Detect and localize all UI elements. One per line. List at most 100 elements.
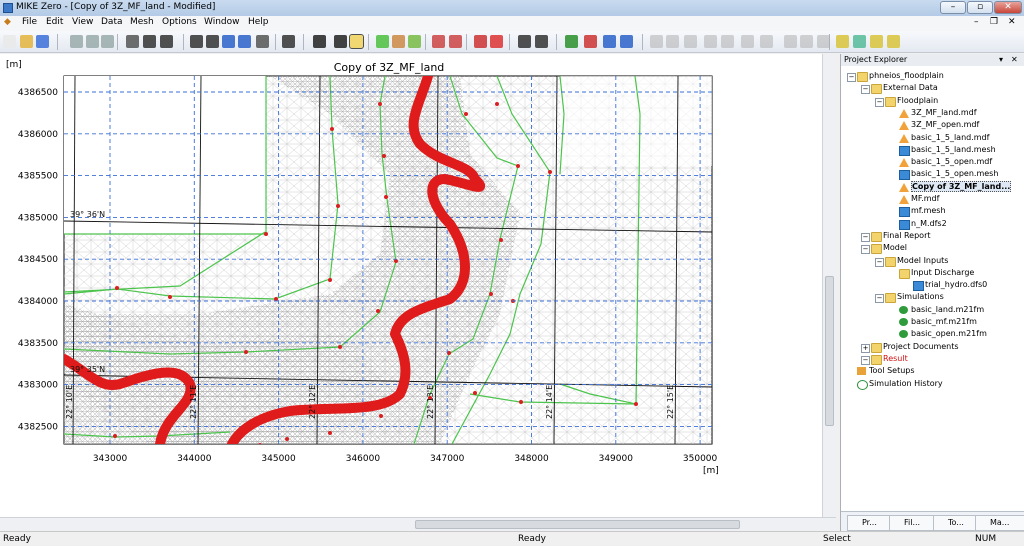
zoom-out-icon[interactable] xyxy=(206,35,219,48)
mdi-minimize-icon[interactable]: – xyxy=(974,17,979,27)
select-node-icon[interactable] xyxy=(334,35,347,48)
expand-toggle-icon[interactable]: − xyxy=(875,294,884,304)
pointer-icon[interactable] xyxy=(474,35,487,48)
mesh-tool-3-icon[interactable] xyxy=(684,35,697,48)
pan-icon[interactable] xyxy=(256,35,269,48)
tree-item[interactable]: basic_1_5_open.mesh xyxy=(911,168,998,180)
tree-item[interactable]: Final Report xyxy=(883,230,931,242)
draw-polyline-icon[interactable] xyxy=(392,35,405,48)
mesh-tool-2-icon[interactable] xyxy=(666,35,679,48)
select-active-icon[interactable] xyxy=(349,34,364,49)
forward-icon[interactable] xyxy=(238,35,251,48)
tab-map[interactable]: Ma... xyxy=(975,515,1024,531)
tree-item[interactable]: Model Inputs xyxy=(897,255,948,267)
tree-item[interactable]: Project Documents xyxy=(883,341,959,353)
binoculars-icon[interactable] xyxy=(518,35,531,48)
tree-item[interactable]: basic_1_5_land.mdf xyxy=(911,132,989,144)
map-view[interactable]: [m] Copy of 3Z_MF_land 4386500 4386000 438… xyxy=(0,54,822,517)
menu-options[interactable]: Options xyxy=(162,17,197,27)
tree-item[interactable]: mf.mesh xyxy=(911,205,946,217)
map-canvas[interactable]: [m] Copy of 3Z_MF_land 4386500 4386000 438… xyxy=(0,54,822,517)
print-preview-icon[interactable] xyxy=(535,35,548,48)
menu-edit[interactable]: Edit xyxy=(46,17,63,27)
vertical-scroll-thumb[interactable] xyxy=(825,276,834,426)
tree-item[interactable]: 3Z_MF_open.mdf xyxy=(911,119,979,131)
add-node-icon[interactable] xyxy=(565,35,578,48)
pen-icon[interactable] xyxy=(408,35,421,48)
add-point-icon[interactable] xyxy=(584,35,597,48)
tree-item[interactable]: basic_mf.m21fm xyxy=(911,316,977,328)
menu-file[interactable]: File xyxy=(22,17,37,27)
expand-toggle-icon[interactable]: − xyxy=(861,355,870,365)
explorer-close-icon[interactable]: ✕ xyxy=(1011,54,1018,66)
expand-toggle-icon[interactable]: − xyxy=(861,85,870,95)
edit-icon[interactable] xyxy=(620,35,633,48)
tree-item[interactable]: Floodplain xyxy=(897,95,938,107)
cut-icon[interactable] xyxy=(70,35,83,48)
mesh-tool-7-icon[interactable] xyxy=(760,35,773,48)
menu-window[interactable]: Window xyxy=(204,17,240,27)
expand-toggle-icon[interactable]: − xyxy=(861,245,870,255)
tree-item[interactable]: basic_open.m21fm xyxy=(911,328,987,340)
layer-2-icon[interactable] xyxy=(853,35,866,48)
mdi-close-icon[interactable]: ✕ xyxy=(1008,17,1016,27)
layer-4-icon[interactable] xyxy=(887,35,900,48)
mdi-restore-icon[interactable]: ❐ xyxy=(990,17,998,27)
menu-help[interactable]: Help xyxy=(248,17,269,27)
mesh-tool-1-icon[interactable] xyxy=(650,35,663,48)
copy-icon[interactable] xyxy=(86,35,99,48)
tree-item[interactable]: External Data xyxy=(883,82,938,94)
tree-item[interactable]: Result xyxy=(883,353,908,365)
menu-view[interactable]: View xyxy=(72,17,93,27)
tree-item[interactable]: Input Discharge xyxy=(911,267,974,279)
draw-line-icon[interactable] xyxy=(376,35,389,48)
menu-data[interactable]: Data xyxy=(101,17,123,27)
print-icon[interactable] xyxy=(126,35,139,48)
tree-item[interactable]: Model xyxy=(883,242,907,254)
back-icon[interactable] xyxy=(222,35,235,48)
tree-item[interactable]: 3Z_MF_land.mdf xyxy=(911,107,977,119)
vertical-scrollbar[interactable] xyxy=(822,54,836,517)
erase-icon[interactable] xyxy=(490,35,503,48)
mesh-tool-10-icon[interactable] xyxy=(817,35,830,48)
expand-toggle-icon[interactable]: − xyxy=(847,73,856,82)
plot-area[interactable]: 39° 36'N 39° 35'N 22° 10'E 22° 11'E 22° 12'E… xyxy=(63,75,713,447)
minimize-button[interactable]: – xyxy=(940,1,966,14)
context-help-icon[interactable] xyxy=(160,35,173,48)
tree-item[interactable]: basic_land.m21fm xyxy=(911,304,984,316)
select-icon[interactable] xyxy=(313,35,326,48)
tree-item[interactable]: phneios_floodplain xyxy=(869,70,944,82)
expand-toggle-icon[interactable]: − xyxy=(875,97,884,107)
mesh-tool-8-icon[interactable] xyxy=(784,35,797,48)
paste-icon[interactable] xyxy=(101,35,114,48)
open-icon[interactable] xyxy=(20,35,33,48)
save-icon[interactable] xyxy=(36,35,49,48)
pin-icon[interactable]: ▾ xyxy=(999,54,1003,66)
mesh-tool-9-icon[interactable] xyxy=(800,35,813,48)
horizontal-scroll-thumb[interactable] xyxy=(415,520,740,529)
expand-toggle-icon[interactable]: − xyxy=(861,232,870,242)
expand-toggle-icon[interactable]: − xyxy=(875,257,884,267)
new-icon[interactable] xyxy=(3,35,16,48)
tree-item[interactable]: n_M.dfs2 xyxy=(911,218,947,230)
tree-item[interactable]: basic_1_5_land.mesh xyxy=(911,144,996,156)
menu-mesh[interactable]: Mesh xyxy=(130,17,154,27)
delete-node-icon[interactable] xyxy=(603,35,616,48)
layer-3-icon[interactable] xyxy=(870,35,883,48)
arc-icon[interactable] xyxy=(432,35,445,48)
help-icon[interactable] xyxy=(143,35,156,48)
mesh-tool-4-icon[interactable] xyxy=(704,35,717,48)
tree-item[interactable]: Tool Setups xyxy=(869,365,915,377)
tree-item[interactable]: MF.mdf xyxy=(911,193,939,205)
tree-item[interactable]: Copy of 3Z_MF_land... xyxy=(911,180,1012,193)
maximize-button[interactable]: ▫ xyxy=(967,1,993,14)
zoom-in-icon[interactable] xyxy=(190,35,203,48)
grid-icon[interactable] xyxy=(282,35,295,48)
tree-item[interactable]: trial_hydro.dfs0 xyxy=(925,279,987,291)
horizontal-scrollbar[interactable] xyxy=(0,517,836,531)
mesh-tool-6-icon[interactable] xyxy=(741,35,754,48)
expand-toggle-icon[interactable]: + xyxy=(861,343,870,353)
close-button[interactable]: ✕ xyxy=(994,1,1022,14)
tree-item[interactable]: Simulation History xyxy=(869,378,943,390)
mesh-tool-5-icon[interactable] xyxy=(721,35,734,48)
